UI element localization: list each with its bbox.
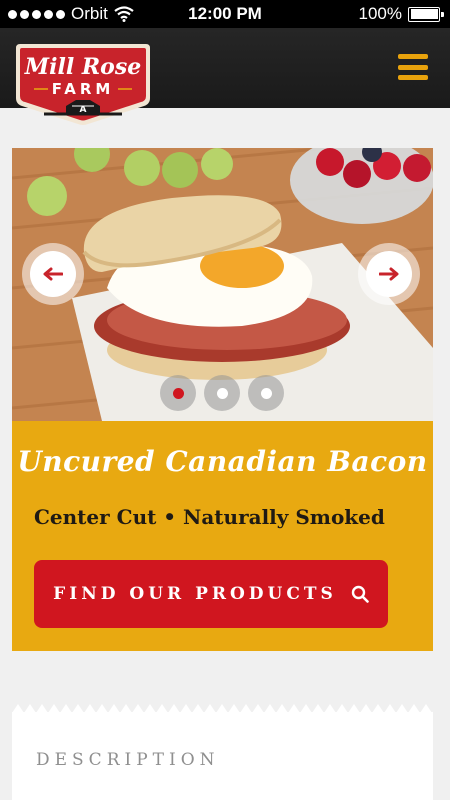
status-right: 100% xyxy=(358,4,444,24)
svg-text:FARM: FARM xyxy=(52,80,115,98)
wifi-icon xyxy=(114,6,134,22)
carousel-dot-1[interactable] xyxy=(160,375,196,411)
product-subtitle: Center Cut • Naturally Smoked xyxy=(34,505,385,529)
carousel-pagination xyxy=(160,375,284,411)
status-bar: Orbit 12:00 PM 100% xyxy=(0,0,450,28)
carousel-next-button[interactable] xyxy=(358,243,420,305)
svg-text:Mill Rose: Mill Rose xyxy=(24,54,141,80)
battery-icon xyxy=(408,6,444,22)
site-header: Mill Rose FARM A xyxy=(0,28,450,125)
product-carousel[interactable] xyxy=(12,148,433,421)
mill-rose-farm-logo[interactable]: Mill Rose FARM A xyxy=(14,40,152,130)
carousel-dot-3[interactable] xyxy=(248,375,284,411)
search-icon xyxy=(351,585,369,603)
arrow-left-icon xyxy=(43,267,63,281)
description-heading: DESCRIPTION xyxy=(36,750,220,770)
product-promo-panel: Uncured Canadian Bacon Center Cut • Natu… xyxy=(12,421,433,651)
status-left: Orbit xyxy=(8,4,134,24)
hamburger-menu-icon[interactable] xyxy=(398,54,428,80)
carousel-prev-button[interactable] xyxy=(22,243,84,305)
carrier-name: Orbit xyxy=(71,4,108,23)
description-card: DESCRIPTION xyxy=(12,712,433,800)
signal-strength-icon xyxy=(8,9,65,19)
carousel-dot-2[interactable] xyxy=(204,375,240,411)
battery-percentage: 100% xyxy=(358,4,402,23)
product-title: Uncured Canadian Bacon xyxy=(17,445,428,478)
find-our-products-label: FIND OUR PRODUCTS xyxy=(53,584,337,604)
arrow-right-icon xyxy=(379,267,399,281)
find-our-products-button[interactable]: FIND OUR PRODUCTS xyxy=(34,560,388,628)
